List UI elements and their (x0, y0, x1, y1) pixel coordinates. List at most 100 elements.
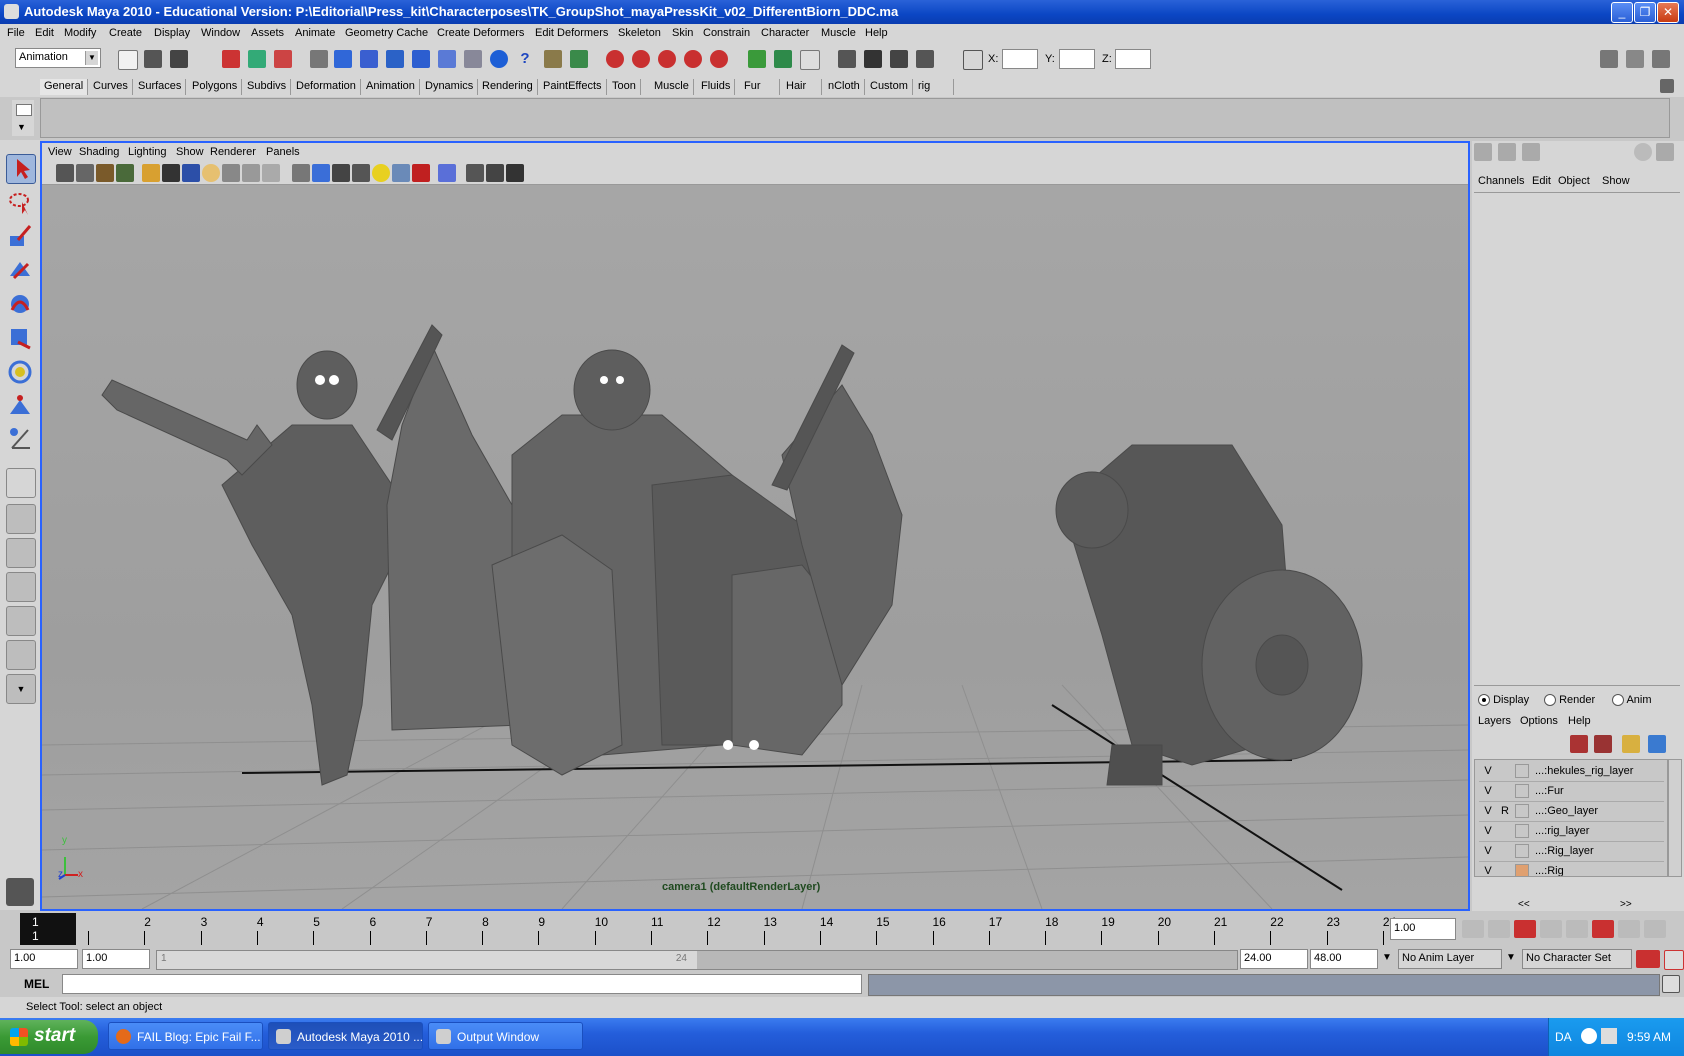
shelf-tab-muscle[interactable]: Muscle (650, 79, 694, 95)
shelf-tab-deformation[interactable]: Deformation (292, 79, 361, 95)
viewport-menu-panels[interactable]: Panels (266, 146, 300, 158)
channels-menu-object[interactable]: Object (1558, 175, 1590, 187)
film-gate-icon[interactable] (162, 164, 180, 182)
construction-history-icon[interactable] (800, 50, 820, 70)
shelf-tab-surfaces[interactable]: Surfaces (134, 79, 187, 95)
animation-preferences-icon[interactable] (1664, 950, 1684, 970)
help-question-icon[interactable]: ? (516, 50, 534, 68)
layer-scroll-right[interactable]: >> (1620, 899, 1632, 910)
layer-color-swatch[interactable] (1515, 764, 1529, 778)
go-to-start-icon[interactable] (1462, 920, 1484, 938)
select-joints-icon[interactable] (360, 50, 378, 68)
mask-dropdown-icon[interactable] (310, 50, 328, 68)
current-frame-marker[interactable]: 1 1 (20, 913, 76, 945)
layer-color-swatch[interactable] (1515, 824, 1529, 838)
menu-animate[interactable]: Animate (295, 27, 335, 39)
menu-constrain[interactable]: Constrain (703, 27, 750, 39)
xray-components-icon[interactable] (506, 164, 524, 182)
task-fail-blog[interactable]: FAIL Blog: Epic Fail F... (108, 1022, 263, 1050)
render-current-frame-icon[interactable] (864, 50, 882, 68)
task-output-window[interactable]: Output Window (428, 1022, 583, 1050)
shelf-tab-custom[interactable]: Custom (866, 79, 913, 95)
shelf-tab-polygons[interactable]: Polygons (188, 79, 243, 95)
menu-modify[interactable]: Modify (64, 27, 96, 39)
character-set-chevron-down-icon[interactable]: ▼ (1506, 952, 1516, 963)
z-input[interactable] (1115, 49, 1151, 69)
viewport-menu-renderer[interactable]: Renderer (210, 146, 256, 158)
ipr-render-icon[interactable] (890, 50, 908, 68)
go-to-end-icon[interactable] (1644, 920, 1666, 938)
menu-edit-deformers[interactable]: Edit Deformers (535, 27, 608, 39)
layer-editor-toggle-icon[interactable] (1498, 143, 1516, 161)
perspective-viewport[interactable]: View Shading Lighting Show Renderer Pane… (40, 141, 1470, 911)
show-attribute-editor-icon[interactable] (1600, 50, 1618, 68)
layer-option-icon[interactable] (1622, 735, 1640, 753)
layout-graph-editor-icon[interactable] (6, 606, 36, 636)
layers-menu-options[interactable]: Options (1520, 715, 1558, 727)
camera-attributes-icon[interactable] (76, 164, 94, 182)
select-by-component-icon[interactable] (274, 50, 292, 68)
select-by-object-icon[interactable] (248, 50, 266, 68)
layer-row[interactable]: V ...:hekules_rig_layer (1479, 762, 1664, 782)
render-view-icon[interactable] (838, 50, 856, 68)
x-input[interactable] (1002, 49, 1038, 69)
layer-playback[interactable]: R (1499, 805, 1511, 817)
shelf-tab-painteffects[interactable]: PaintEffects (539, 79, 607, 95)
channels-menu-channels[interactable]: Channels (1478, 175, 1524, 187)
menuset-dropdown[interactable]: Animation ▼ (15, 48, 101, 68)
xray-icon[interactable] (466, 164, 484, 182)
menu-geometry-cache[interactable]: Geometry Cache (345, 27, 428, 39)
minimize-button[interactable]: _ (1611, 2, 1633, 23)
shelf-menu-icon[interactable]: ▼ (12, 100, 34, 136)
grid-toggle-icon[interactable] (142, 164, 160, 182)
shelf-tab-curves[interactable]: Curves (89, 79, 133, 95)
menu-character[interactable]: Character (761, 27, 809, 39)
image-plane-icon[interactable] (116, 164, 134, 182)
step-back-frame-icon[interactable] (1488, 920, 1510, 938)
start-button[interactable]: start (0, 1020, 98, 1054)
shelf-tab-fluids[interactable]: Fluids (697, 79, 736, 95)
step-back-key-icon[interactable] (1514, 920, 1536, 938)
menu-skeleton[interactable]: Skeleton (618, 27, 661, 39)
playback-end-field[interactable]: 24.00 (1240, 949, 1308, 969)
snap-grid-icon[interactable] (606, 50, 624, 68)
xray-joints-icon[interactable] (486, 164, 504, 182)
step-forward-key-icon[interactable] (1592, 920, 1614, 938)
new-scene-icon[interactable] (118, 50, 138, 70)
input-connections-icon[interactable] (748, 50, 766, 68)
layer-visibility[interactable]: V (1482, 845, 1494, 857)
field-chart-icon[interactable] (222, 164, 240, 182)
layer-option-2-icon[interactable] (1648, 735, 1666, 753)
channel-icon-3[interactable] (1656, 143, 1674, 161)
channel-box-list[interactable] (1474, 192, 1680, 686)
show-manipulator-icon[interactable] (6, 424, 34, 452)
shelf-tab-general[interactable]: General (40, 79, 89, 95)
layer-visibility[interactable]: V (1482, 825, 1494, 837)
soft-modification-icon[interactable] (6, 392, 34, 420)
shelf-tab-rig[interactable]: rig (914, 79, 954, 95)
layer-visibility[interactable]: V (1482, 805, 1494, 817)
menu-file[interactable]: File (7, 27, 25, 39)
shelf-tab-rendering[interactable]: Rendering (478, 79, 538, 95)
make-live-icon[interactable] (710, 50, 728, 68)
layout-more-icon[interactable]: ▼ (6, 674, 36, 704)
step-forward-frame-icon[interactable] (1618, 920, 1640, 938)
gate-mask-icon[interactable] (202, 164, 220, 182)
task-maya[interactable]: Autodesk Maya 2010 ... (268, 1022, 423, 1050)
snap-view-plane-icon[interactable] (684, 50, 702, 68)
select-tool-icon[interactable] (6, 154, 36, 184)
layout-persp-outliner-icon[interactable] (6, 572, 36, 602)
textured-icon[interactable] (352, 164, 370, 182)
scene-view[interactable]: y z x camera1 (defaultRenderLayer) (42, 185, 1468, 909)
layer-color-swatch[interactable] (1515, 804, 1529, 818)
select-handles-icon[interactable] (334, 50, 352, 68)
smooth-shade-icon[interactable] (312, 164, 330, 182)
maya-app-icon[interactable] (4, 4, 19, 19)
menu-muscle[interactable]: Muscle (821, 27, 856, 39)
paint-select-tool-icon[interactable] (6, 222, 34, 250)
play-forwards-icon[interactable] (1566, 920, 1588, 938)
layer-visibility[interactable]: V (1482, 865, 1494, 876)
select-curves-icon[interactable] (386, 50, 404, 68)
channels-menu-edit[interactable]: Edit (1532, 175, 1551, 187)
universal-manipulator-icon[interactable] (6, 358, 34, 386)
